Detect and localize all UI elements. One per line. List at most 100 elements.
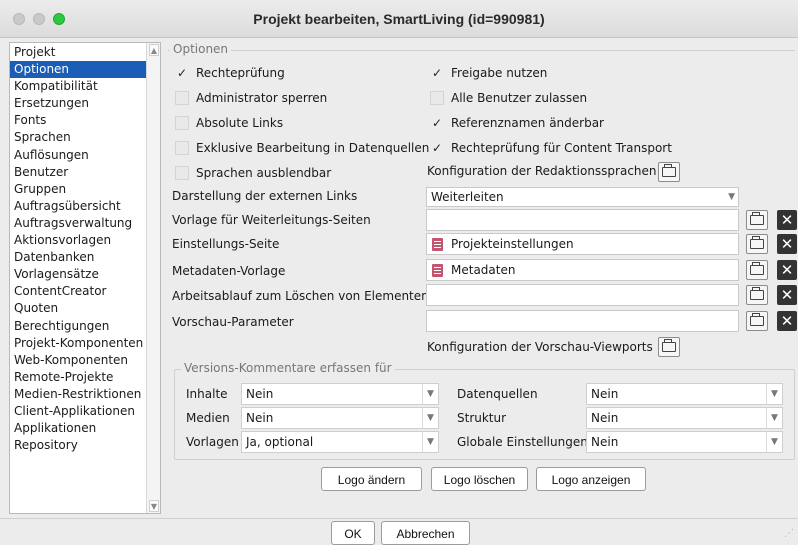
metadaten-clear-button[interactable]: ✕ — [777, 260, 797, 280]
checkmark-icon[interactable]: ✓ — [175, 66, 189, 80]
viewports-button[interactable] — [658, 337, 680, 357]
sidebar-item[interactable]: Repository — [10, 437, 146, 454]
checkbox-box[interactable] — [175, 91, 189, 105]
sidebar-item[interactable]: Applikationen — [10, 420, 146, 437]
weiterleitung-clear-button[interactable]: ✕ — [777, 210, 797, 230]
sidebar-item[interactable]: Gruppen — [10, 181, 146, 198]
options-legend: Optionen — [170, 42, 232, 56]
vorlagen-value: Ja, optional — [246, 435, 314, 449]
chevron-down-icon: ▼ — [766, 408, 782, 428]
sidebar-item[interactable]: Sprachen — [10, 129, 146, 146]
vorschau-field[interactable] — [426, 310, 739, 332]
einstellungs-clear-button[interactable]: ✕ — [777, 234, 797, 254]
sidebar-item[interactable]: Remote-Projekte — [10, 369, 146, 386]
chevron-down-icon: ▼ — [728, 192, 735, 202]
sidebar-item[interactable]: Kompatibilität — [10, 78, 146, 95]
close-icon: ✕ — [780, 235, 794, 253]
option-checkbox[interactable]: Alle Benutzer zulassen — [430, 89, 587, 107]
checkmark-icon[interactable]: ✓ — [430, 116, 444, 130]
weiterleitung-field[interactable] — [426, 209, 739, 231]
resize-grip-icon[interactable]: ⋰ — [784, 528, 794, 539]
footer-divider — [0, 518, 798, 519]
metadaten-browse-button[interactable] — [746, 260, 768, 280]
datenquellen-label: Datenquellen — [457, 387, 538, 401]
sidebar-item[interactable]: Auftragsverwaltung — [10, 215, 146, 232]
logo-change-button[interactable]: Logo ändern — [321, 467, 422, 491]
metadaten-label: Metadaten-Vorlage — [172, 264, 286, 278]
einstellungs-label: Einstellungs-Seite — [172, 237, 280, 251]
option-checkbox[interactable]: Administrator sperren — [175, 89, 327, 107]
scroll-up-icon[interactable]: ▲ — [149, 44, 159, 56]
logo-show-button[interactable]: Logo anzeigen — [536, 467, 646, 491]
sidebar-item[interactable]: Berechtigungen — [10, 318, 146, 335]
settings-nav: Projekt Optionen Kompatibilität Ersetzungen… — [9, 42, 161, 514]
externe-links-select[interactable]: Weiterleiten ▼ — [426, 187, 739, 207]
checkmark-icon[interactable]: ✓ — [430, 141, 444, 155]
option-checkbox[interactable]: ✓ Referenznamen änderbar — [430, 114, 604, 132]
checkbox-box[interactable] — [175, 166, 189, 180]
einstellungs-field[interactable]: Projekteinstellungen — [426, 233, 739, 255]
option-checkbox[interactable]: ✓ Freigabe nutzen — [430, 64, 547, 82]
option-checkbox[interactable]: ✓ Rechteprüfung — [175, 64, 285, 82]
sidebar-item[interactable]: Optionen — [10, 61, 146, 79]
metadaten-field[interactable]: Metadaten — [426, 259, 739, 281]
option-checkbox[interactable]: ✓ Rechteprüfung für Content Transport — [430, 139, 672, 157]
option-checkbox[interactable]: Exklusive Bearbeitung in Datenquellen — [175, 139, 429, 157]
option-checkbox-label: Absolute Links — [196, 116, 284, 130]
redaktionssprachen-button[interactable] — [658, 162, 680, 182]
medien-select[interactable]: Nein ▼ — [241, 407, 439, 429]
option-checkbox-label: Rechteprüfung — [196, 66, 285, 80]
vorschau-clear-button[interactable]: ✕ — [777, 311, 797, 331]
checkbox-box[interactable] — [175, 116, 189, 130]
global-label: Globale Einstellungen — [457, 435, 588, 449]
vorlagen-select[interactable]: Ja, optional ▼ — [241, 431, 439, 453]
arbeitsablauf-label: Arbeitsablauf zum Löschen von Elementen — [172, 289, 429, 303]
sidebar-item[interactable]: Datenbanken — [10, 249, 146, 266]
sidebar-item[interactable]: Ersetzungen — [10, 95, 146, 112]
sidebar-item[interactable]: Aktionsvorlagen — [10, 232, 146, 249]
ok-button[interactable]: OK — [331, 521, 375, 545]
close-icon: ✕ — [780, 312, 794, 330]
datenquellen-select[interactable]: Nein ▼ — [586, 383, 783, 405]
sidebar-item[interactable]: Auftragsübersicht — [10, 198, 146, 215]
nav-scrollbar[interactable]: ▲ ▼ — [146, 43, 160, 513]
option-checkbox[interactable]: Absolute Links — [175, 114, 283, 132]
viewports-label: Konfiguration der Vorschau-Viewports — [427, 340, 653, 354]
scroll-down-icon[interactable]: ▼ — [149, 500, 159, 512]
medien-label: Medien — [186, 411, 230, 425]
document-icon — [432, 238, 443, 251]
folder-open-icon — [750, 212, 764, 225]
checkmark-icon[interactable]: ✓ — [430, 66, 444, 80]
sidebar-item[interactable]: Auflösungen — [10, 147, 146, 164]
sidebar-item[interactable]: Fonts — [10, 112, 146, 129]
sidebar-item[interactable]: Web-Komponenten — [10, 352, 146, 369]
chevron-down-icon: ▼ — [766, 432, 782, 452]
sidebar-item[interactable]: Medien-Restriktionen — [10, 386, 146, 403]
global-select[interactable]: Nein ▼ — [586, 431, 783, 453]
sidebar-item[interactable]: ContentCreator — [10, 283, 146, 300]
inhalte-select[interactable]: Nein ▼ — [241, 383, 439, 405]
sidebar-item[interactable]: Vorlagensätze — [10, 266, 146, 283]
logo-delete-button[interactable]: Logo löschen — [431, 467, 528, 491]
option-checkbox[interactable]: Sprachen ausblendbar — [175, 164, 331, 182]
arbeitsablauf-clear-button[interactable]: ✕ — [777, 285, 797, 305]
struktur-select[interactable]: Nein ▼ — [586, 407, 783, 429]
medien-value: Nein — [246, 411, 274, 425]
einstellungs-browse-button[interactable] — [746, 234, 768, 254]
arbeitsablauf-browse-button[interactable] — [746, 285, 768, 305]
chevron-down-icon: ▼ — [422, 408, 438, 428]
sidebar-item[interactable]: Client-Applikationen — [10, 403, 146, 420]
vorschau-label: Vorschau-Parameter — [172, 315, 294, 329]
checkbox-box[interactable] — [430, 91, 444, 105]
sidebar-item[interactable]: Quoten — [10, 300, 146, 317]
vorschau-browse-button[interactable] — [746, 311, 768, 331]
inhalte-value: Nein — [246, 387, 274, 401]
sidebar-item[interactable]: Projekt-Komponenten — [10, 335, 146, 352]
sidebar-item[interactable]: Projekt — [10, 44, 146, 61]
weiterleitung-browse-button[interactable] — [746, 210, 768, 230]
sidebar-item[interactable]: Benutzer — [10, 164, 146, 181]
einstellungs-value: Projekteinstellungen — [451, 237, 574, 251]
cancel-button[interactable]: Abbrechen — [381, 521, 470, 545]
arbeitsablauf-field[interactable] — [426, 284, 739, 306]
checkbox-box[interactable] — [175, 141, 189, 155]
